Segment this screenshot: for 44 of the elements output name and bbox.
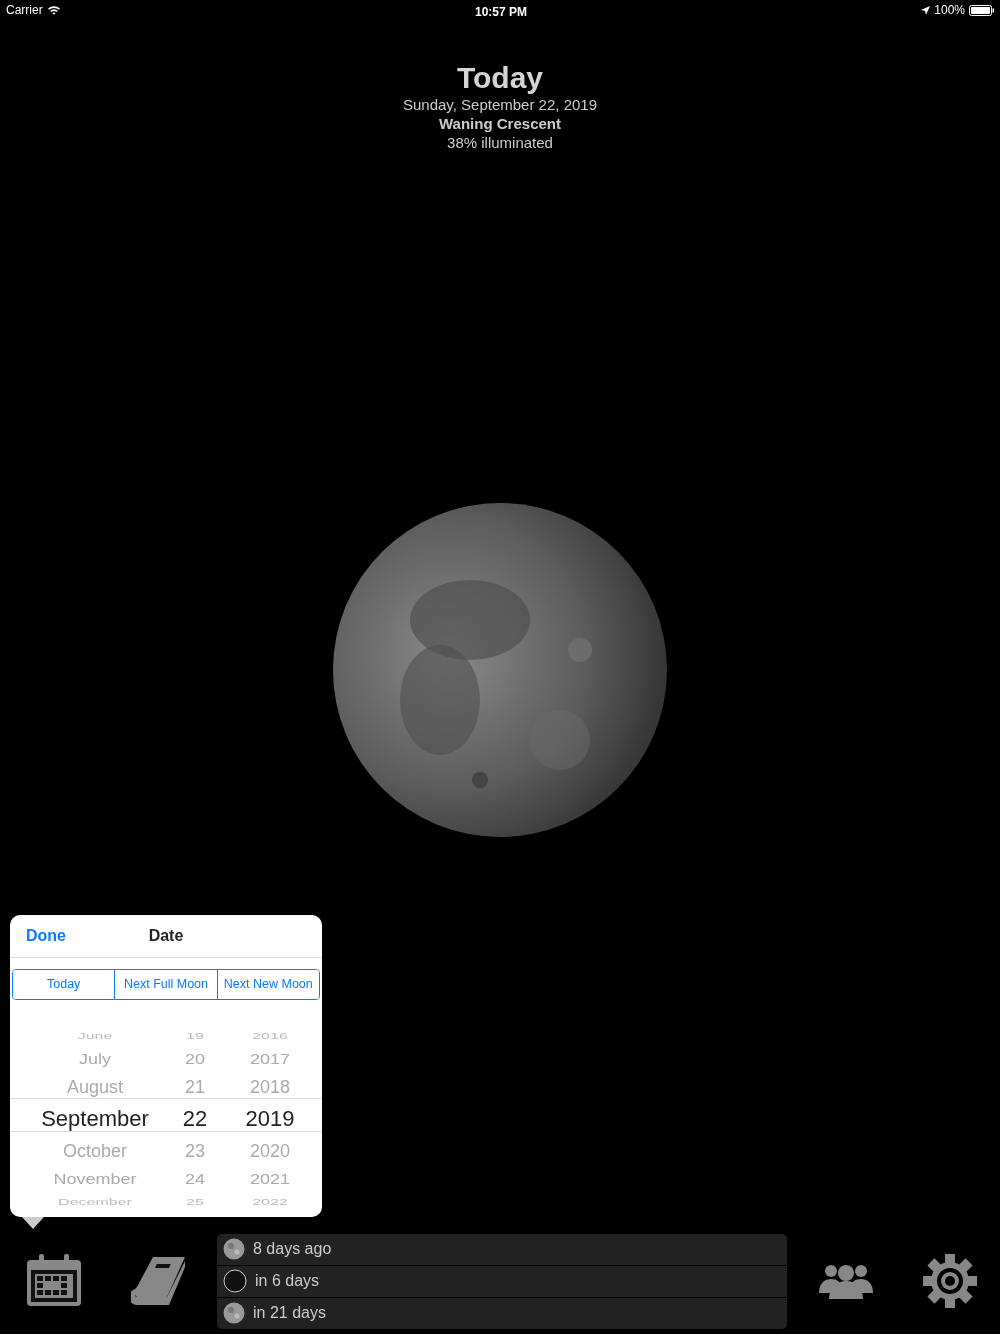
- year-option[interactable]: 2019: [245, 1107, 295, 1130]
- day-option[interactable]: 23: [185, 1141, 205, 1160]
- done-button[interactable]: Done: [10, 924, 82, 948]
- day-option[interactable]: 20: [185, 1051, 205, 1067]
- battery-percent: 100%: [934, 2, 965, 19]
- calendar-icon[interactable]: [25, 1254, 83, 1308]
- year-option[interactable]: 2018: [249, 1077, 290, 1096]
- illumination-text: 38% illuminated: [447, 133, 553, 153]
- month-option[interactable]: December: [58, 1196, 132, 1207]
- month-option[interactable]: November: [53, 1171, 137, 1187]
- settings-icon[interactable]: [923, 1254, 977, 1308]
- moon-icon: [223, 1302, 245, 1324]
- segment-tab[interactable]: Next New Moon: [216, 970, 319, 999]
- year-option[interactable]: 2016: [252, 1030, 288, 1041]
- carrier-label: Carrier: [6, 2, 43, 19]
- month-option[interactable]: June: [77, 1030, 113, 1041]
- status-time: 10:57 PM: [475, 5, 528, 19]
- year-option[interactable]: 2017: [249, 1051, 290, 1067]
- day-option[interactable]: 19: [186, 1030, 204, 1041]
- page-title: Today: [456, 60, 544, 96]
- day-option[interactable]: 24: [185, 1171, 205, 1187]
- year-option[interactable]: 2020: [249, 1141, 290, 1160]
- new-moon-icon: [223, 1269, 247, 1293]
- popover-title: Date: [148, 926, 184, 946]
- location-arrow-icon: [921, 5, 931, 15]
- year-option[interactable]: 2021: [249, 1171, 290, 1187]
- book-icon[interactable]: [131, 1255, 187, 1307]
- month-option[interactable]: September: [41, 1107, 149, 1130]
- phase-name: Waning Crescent: [439, 114, 561, 134]
- battery-icon: [969, 4, 994, 16]
- year-option[interactable]: 2022: [252, 1196, 288, 1207]
- event-label: in 6 days: [255, 1271, 320, 1291]
- day-option[interactable]: 22: [182, 1107, 208, 1130]
- moon-icon: [223, 1238, 245, 1260]
- event-label: 8 days ago: [253, 1239, 332, 1259]
- popover-arrow: [22, 1217, 44, 1229]
- day-option[interactable]: 21: [185, 1077, 205, 1096]
- day-option[interactable]: 25: [186, 1196, 204, 1207]
- month-option[interactable]: July: [79, 1051, 111, 1067]
- date-text: Sunday, September 22, 2019: [403, 96, 597, 115]
- wifi-icon: [46, 5, 61, 15]
- event-label: in 21 days: [253, 1303, 326, 1323]
- month-option[interactable]: October: [63, 1141, 127, 1160]
- month-option[interactable]: August: [66, 1077, 123, 1096]
